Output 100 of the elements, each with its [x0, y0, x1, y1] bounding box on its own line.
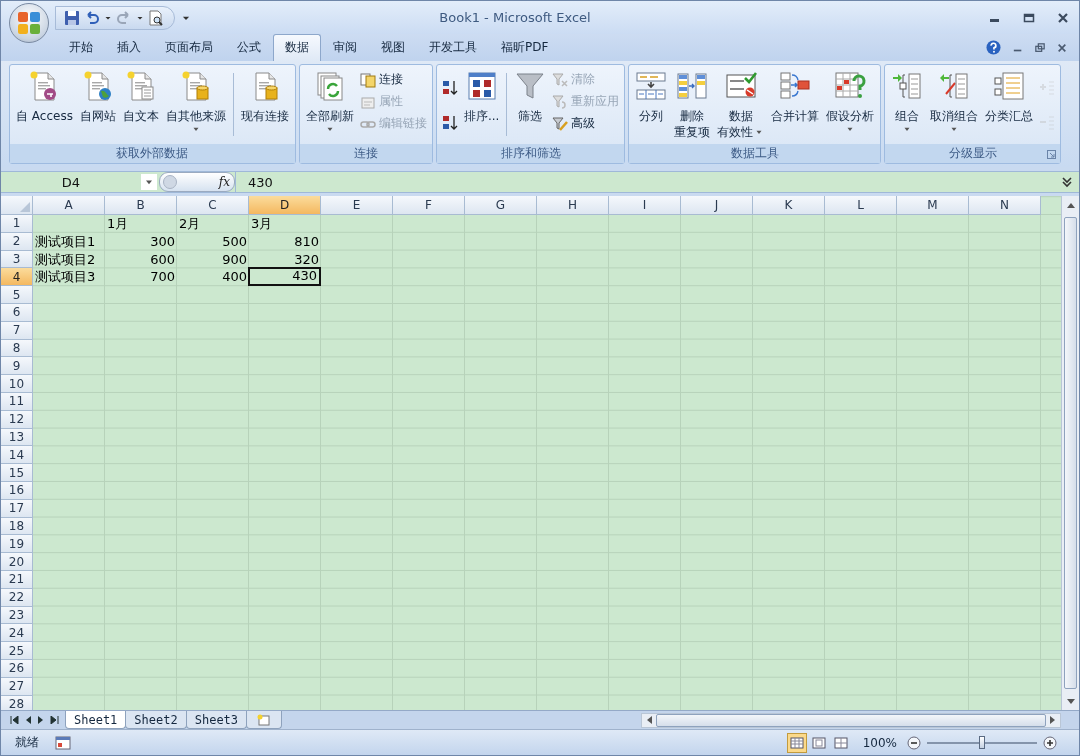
- table-cell-text: 320: [293, 250, 320, 269]
- normal-view-button[interactable]: [786, 732, 807, 753]
- ribbon-button[interactable]: 合并计算: [768, 67, 823, 124]
- help-icon[interactable]: [986, 40, 1001, 55]
- ribbon-tab[interactable]: 开始: [57, 34, 105, 61]
- name-box[interactable]: D4: [1, 174, 141, 190]
- ribbon-button[interactable]: 全部刷新: [302, 67, 357, 134]
- sheet-tab[interactable]: Sheet1: [65, 711, 127, 729]
- scroll-right-icon[interactable]: [1050, 716, 1056, 724]
- expand-chevron-icon[interactable]: [1061, 175, 1073, 189]
- print-preview-icon[interactable]: [148, 9, 164, 26]
- sheet-tab[interactable]: Sheet2: [125, 711, 187, 729]
- macro-record-icon[interactable]: [55, 735, 71, 750]
- ribbon-button[interactable]: 排序...: [460, 67, 503, 124]
- ribbon-tab[interactable]: 开发工具: [417, 34, 489, 61]
- reapply-icon: [552, 93, 569, 110]
- column-header[interactable]: I: [609, 196, 681, 215]
- last-sheet-icon[interactable]: [50, 716, 60, 724]
- ribbon-button[interactable]: 分类汇总: [982, 67, 1037, 124]
- ribbon-tab[interactable]: 插入: [105, 34, 153, 61]
- zoom-slider[interactable]: [927, 735, 1037, 750]
- ribbon-tab[interactable]: 页面布局: [153, 34, 225, 61]
- insert-sheet-tab[interactable]: [246, 711, 283, 729]
- group-label: 获取外部数据: [116, 145, 189, 162]
- group-label: 分级显示: [948, 145, 997, 162]
- column-header[interactable]: C: [177, 196, 249, 215]
- column-header[interactable]: B: [105, 196, 177, 215]
- row-header[interactable]: 9: [1, 357, 33, 376]
- column-header[interactable]: K: [753, 196, 825, 215]
- sheet-tab[interactable]: Sheet3: [185, 711, 248, 729]
- row-header[interactable]: 25: [1, 642, 33, 660]
- column-header[interactable]: L: [825, 196, 897, 215]
- scroll-down-icon[interactable]: [1066, 698, 1075, 705]
- ribbon-button[interactable]: 组合: [888, 67, 927, 134]
- column-header[interactable]: H: [537, 196, 609, 215]
- row-header[interactable]: 20: [1, 553, 33, 571]
- row-header[interactable]: 19: [1, 535, 33, 554]
- row-header[interactable]: 4: [1, 268, 33, 287]
- save-icon[interactable]: [64, 9, 80, 26]
- table-cell-text: 600: [149, 250, 176, 269]
- column-header[interactable]: M: [897, 196, 969, 215]
- row-header[interactable]: 5: [1, 286, 33, 304]
- table-cell-text: 300: [149, 232, 176, 251]
- ribbon-tab[interactable]: 福昕PDF: [489, 34, 561, 61]
- ribbon-button[interactable]: 现有连接: [237, 67, 292, 124]
- ribbon-tab[interactable]: 数据: [273, 34, 321, 61]
- ribbon-button[interactable]: 取消组合: [927, 67, 982, 134]
- ribbon-button[interactable]: 分列: [632, 67, 671, 124]
- table-cell-text: 500: [221, 232, 248, 251]
- row-header[interactable]: 24: [1, 624, 33, 643]
- formula-input[interactable]: 430: [235, 172, 1061, 192]
- column-header[interactable]: D: [249, 196, 321, 215]
- column-header[interactable]: E: [321, 196, 393, 215]
- column-header[interactable]: A: [33, 196, 105, 215]
- ribbon-button[interactable]: 自文本: [119, 67, 162, 124]
- zoom-out-icon[interactable]: [907, 735, 921, 750]
- restore-icon[interactable]: [1035, 42, 1045, 53]
- table-cell-text: 700: [149, 268, 176, 287]
- zoom-level[interactable]: 100%: [862, 735, 897, 750]
- scroll-thumb[interactable]: [656, 713, 1046, 727]
- row-header[interactable]: 15: [1, 464, 33, 482]
- remove-duplicates-icon: [676, 70, 709, 102]
- scroll-thumb[interactable]: [1064, 217, 1077, 689]
- close-icon[interactable]: [1057, 11, 1069, 24]
- ribbon-tab[interactable]: 审阅: [321, 34, 369, 61]
- undo-icon[interactable]: [84, 9, 100, 26]
- ribbon-button[interactable]: 假设分析: [823, 67, 878, 134]
- ribbon-tab[interactable]: 公式: [225, 34, 273, 61]
- row-header[interactable]: 14: [1, 446, 33, 465]
- dialog-launcher-icon[interactable]: [1047, 150, 1057, 159]
- close-icon[interactable]: [1057, 42, 1067, 53]
- group-label: 连接: [353, 145, 378, 162]
- horizontal-scrollbar[interactable]: [641, 712, 1061, 728]
- zoom-slider-thumb[interactable]: [979, 735, 985, 749]
- zoom-in-icon[interactable]: [1043, 735, 1057, 750]
- row-header[interactable]: 1: [1, 215, 33, 233]
- ribbon-button[interactable]: 筛选: [511, 67, 550, 124]
- vertical-scrollbar[interactable]: [1061, 196, 1079, 710]
- ribbon-button[interactable]: 自网站: [76, 67, 119, 124]
- column-header[interactable]: N: [969, 196, 1041, 215]
- scroll-up-icon[interactable]: [1066, 201, 1075, 208]
- row-header[interactable]: 10: [1, 375, 33, 393]
- ribbon-button[interactable]: 删除 重复项: [671, 67, 714, 140]
- scroll-left-icon[interactable]: [646, 716, 652, 724]
- ribbon-button[interactable]: 高级: [550, 113, 622, 134]
- column-header[interactable]: J: [681, 196, 753, 215]
- maximize-icon[interactable]: [1023, 11, 1035, 24]
- next-sheet-icon[interactable]: [37, 716, 45, 724]
- new-sheet-icon: [257, 713, 272, 726]
- insert-function-button[interactable]: fx: [218, 175, 230, 189]
- ribbon-button[interactable]: 连接: [357, 69, 429, 90]
- ribbon-button[interactable]: 自其他来源: [162, 67, 229, 134]
- ribbon-button[interactable]: 自 Access: [13, 67, 76, 124]
- column-header[interactable]: G: [465, 196, 537, 215]
- column-header[interactable]: F: [393, 196, 465, 215]
- previous-sheet-icon[interactable]: [24, 716, 32, 724]
- ribbon-button[interactable]: 数据 有效性: [714, 67, 768, 140]
- subtotal-icon: [993, 70, 1026, 102]
- first-sheet-icon[interactable]: [9, 716, 19, 724]
- ribbon-tab[interactable]: 视图: [369, 34, 417, 61]
